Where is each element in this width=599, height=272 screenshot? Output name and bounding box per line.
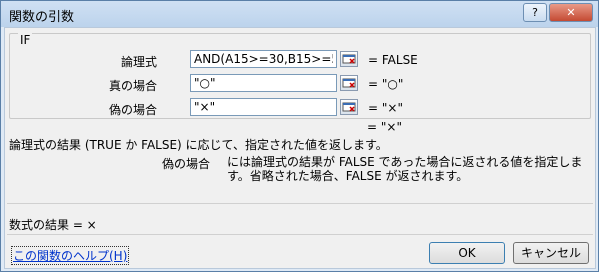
arg-result-logical-test: = FALSE	[368, 53, 418, 67]
arg-input-logical-test[interactable]	[190, 50, 337, 68]
arg-input-value-if-true[interactable]	[190, 74, 337, 92]
function-help-link[interactable]: この関数のヘルプ(H)	[11, 246, 130, 265]
arg-row-value-if-true: 真の場合 = "○"	[10, 74, 590, 94]
param-description: には論理式の結果が FALSE であった場合に返される値を指定します。省略された…	[227, 155, 583, 183]
divider	[7, 234, 593, 235]
collapse-dialog-icon[interactable]	[340, 51, 358, 67]
function-result-preview: = "×"	[367, 120, 402, 134]
collapse-dialog-icon[interactable]	[340, 99, 358, 115]
function-name: IF	[18, 33, 33, 47]
help-button[interactable]: ?	[523, 3, 547, 22]
arg-result-value-if-true: = "○"	[368, 77, 404, 91]
close-button[interactable]: ✕	[549, 3, 593, 22]
formula-result: 数式の結果 = ×	[9, 218, 97, 232]
cancel-button[interactable]: キャンセル	[513, 242, 589, 264]
arg-row-logical-test: 論理式 = FALSE	[10, 50, 590, 70]
dialog-body: IF 論理式 = FALSE 真の場合 = "○" 偽の場合	[4, 27, 596, 269]
arg-input-value-if-false[interactable]	[190, 98, 337, 116]
function-description: 論理式の結果 (TRUE か FALSE) に応じて、指定された値を返します。	[9, 138, 388, 152]
collapse-dialog-icon[interactable]	[340, 75, 358, 91]
arg-label-value-if-true: 真の場合	[108, 79, 157, 93]
arg-label-value-if-false: 偽の場合	[108, 103, 157, 117]
arg-row-value-if-false: 偽の場合 = "×"	[10, 98, 590, 118]
arg-result-value-if-false: = "×"	[368, 101, 403, 115]
arg-label-logical-test: 論理式	[120, 55, 157, 69]
dialog-title: 関数の引数	[9, 10, 75, 25]
ok-button[interactable]: OK	[429, 242, 505, 264]
param-name: 偽の場合	[162, 157, 211, 171]
function-group: IF 論理式 = FALSE 真の場合 = "○" 偽の場合	[9, 33, 591, 119]
divider	[7, 203, 593, 204]
title-bar: 関数の引数 ? ✕	[1, 1, 598, 27]
function-arguments-dialog: 関数の引数 ? ✕ IF 論理式 = FALSE 真の場合 = "○"	[0, 0, 599, 272]
